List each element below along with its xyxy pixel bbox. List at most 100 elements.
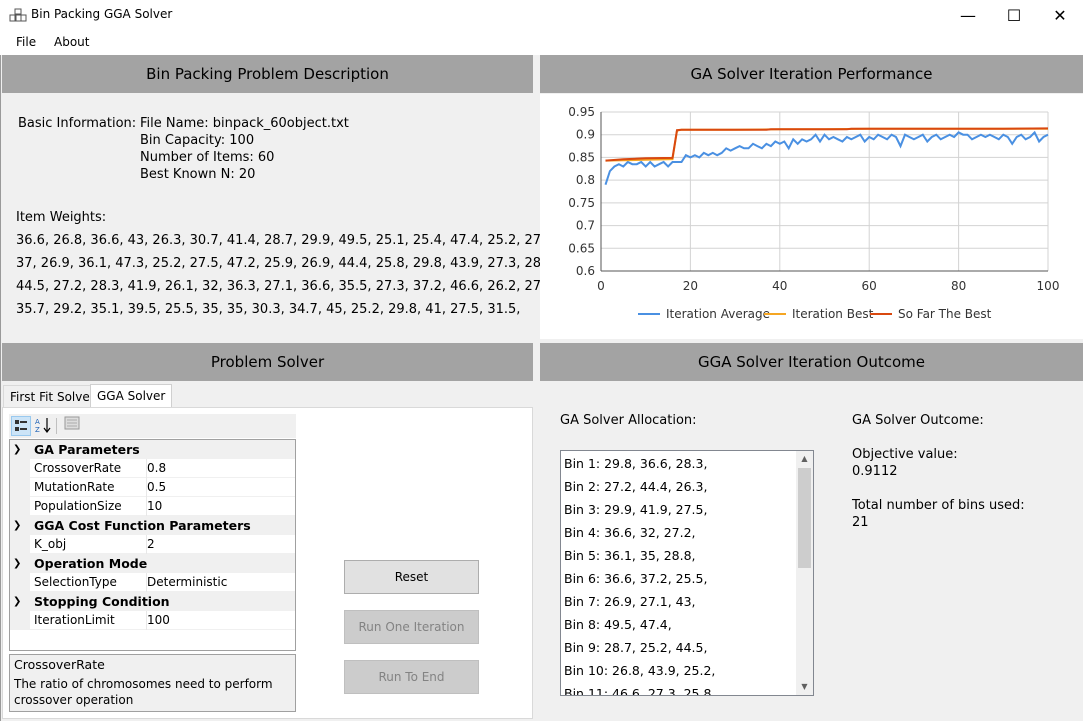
- legend-label: Iteration Best: [792, 307, 874, 321]
- menu-file[interactable]: File: [14, 35, 38, 49]
- property-value[interactable]: Deterministic: [147, 573, 227, 592]
- tab-first-fit-solver[interactable]: First Fit Solver: [3, 385, 102, 407]
- property-k-obj[interactable]: K_obj 2: [10, 535, 295, 554]
- title-bar[interactable]: Bin Packing GGA Solver — ☐ ✕: [0, 0, 1083, 32]
- item-weights-line: 36.6, 26.8, 36.6, 43, 26.3, 30.7, 41.4, …: [16, 233, 558, 248]
- x-tick-label: 60: [862, 279, 877, 293]
- window-title: Bin Packing GGA Solver: [31, 7, 173, 21]
- objective-label: Objective value:: [852, 447, 958, 462]
- list-item[interactable]: Bin 4: 36.6, 32, 27.2,: [564, 525, 696, 540]
- category-label: GA Parameters: [34, 442, 140, 457]
- x-tick-label: 20: [683, 279, 698, 293]
- property-value[interactable]: 0.5: [147, 478, 166, 497]
- list-item[interactable]: Bin 2: 27.2, 44.4, 26.3,: [564, 479, 707, 494]
- menu-bar: File About: [0, 31, 1083, 55]
- list-item[interactable]: Bin 1: 29.8, 36.6, 28.3,: [564, 456, 707, 471]
- property-selection-type[interactable]: SelectionType Deterministic: [10, 573, 295, 592]
- reset-button[interactable]: Reset: [344, 560, 479, 594]
- list-scrollbar[interactable]: ▲ ▼: [796, 451, 813, 695]
- category-label: GGA Cost Function Parameters: [34, 518, 251, 533]
- property-grid-toolbar: A Z: [9, 414, 296, 438]
- list-item[interactable]: Bin 7: 26.9, 27.1, 43,: [564, 594, 696, 609]
- list-item[interactable]: Bin 11: 46.6, 27.3, 25.8,: [564, 686, 715, 695]
- description-header: Bin Packing Problem Description: [2, 55, 533, 93]
- property-name: K_obj: [34, 535, 147, 554]
- x-tick-label: 40: [772, 279, 787, 293]
- scroll-up-icon[interactable]: ▲: [796, 453, 813, 465]
- menu-about[interactable]: About: [52, 35, 91, 49]
- run-to-end-button[interactable]: Run To End: [344, 660, 479, 694]
- performance-header: GA Solver Iteration Performance: [540, 55, 1083, 93]
- property-name: SelectionType: [34, 573, 147, 592]
- outcome-header: GGA Solver Iteration Outcome: [540, 343, 1083, 381]
- scroll-thumb[interactable]: [798, 468, 811, 568]
- property-name: CrossoverRate: [34, 459, 147, 478]
- x-tick-label: 100: [1037, 279, 1060, 293]
- y-tick-label: 0.9: [576, 128, 595, 142]
- solver-header: Problem Solver: [2, 343, 533, 381]
- item-weights-line: 37, 26.9, 36.1, 47.3, 25.2, 27.5, 47.2, …: [16, 256, 558, 271]
- category-ga-parameters[interactable]: ❯ GA Parameters: [10, 440, 295, 459]
- property-value[interactable]: 0.8: [147, 459, 166, 478]
- item-weights-line: 35.7, 29.2, 35.1, 39.5, 25.5, 35, 35, 30…: [16, 302, 521, 317]
- property-crossover-rate[interactable]: CrossoverRate 0.8: [10, 459, 295, 478]
- property-value[interactable]: 100: [147, 611, 170, 630]
- collapse-icon[interactable]: ❯: [13, 440, 21, 459]
- bin-capacity: Bin Capacity: 100: [140, 133, 255, 148]
- list-item[interactable]: Bin 10: 26.8, 43.9, 25.2,: [564, 663, 715, 678]
- property-value[interactable]: 10: [147, 497, 162, 516]
- list-item[interactable]: Bin 9: 28.7, 25.2, 44.5,: [564, 640, 707, 655]
- series-line-so-far-the-best: [605, 127, 1049, 162]
- description-title: CrossoverRate: [14, 657, 105, 672]
- performance-chart-area: 0.95 0.9 0.85 0.8 0.75 0.7 0.65 0.6 0 20 40 60 80 100…: [540, 94, 1083, 339]
- outcome-label: GA Solver Outcome:: [852, 413, 984, 428]
- performance-chart: 0.95 0.9 0.85 0.8 0.75 0.7 0.65 0.60 20 40 60 80 100…: [568, 105, 1060, 321]
- bins-used-label: Total number of bins used:: [852, 498, 1025, 513]
- close-icon[interactable]: ✕: [1037, 0, 1083, 31]
- item-weights-label: Item Weights:: [16, 210, 107, 225]
- run-one-iteration-button[interactable]: Run One Iteration: [344, 610, 479, 644]
- y-tick-label: 0.75: [568, 196, 595, 210]
- category-operation-mode[interactable]: ❯ Operation Mode: [10, 554, 295, 573]
- property-iteration-limit[interactable]: IterationLimit 100: [10, 611, 295, 630]
- scroll-down-icon[interactable]: ▼: [796, 681, 813, 693]
- item-weights-line: 44.5, 27.2, 28.3, 41.9, 26.1, 32, 36.3, …: [16, 279, 558, 294]
- category-stopping-condition[interactable]: ❯ Stopping Condition: [10, 592, 295, 611]
- y-tick-label: 0.85: [568, 150, 595, 164]
- property-pages-icon: [62, 416, 82, 436]
- list-item[interactable]: Bin 8: 49.5, 47.4,: [564, 617, 672, 632]
- maximize-icon[interactable]: ☐: [991, 0, 1037, 31]
- property-name: PopulationSize: [34, 497, 147, 516]
- y-tick-label: 0.7: [576, 219, 595, 233]
- alphabetical-icon[interactable]: A Z: [33, 416, 53, 436]
- x-tick-label: 80: [951, 279, 966, 293]
- collapse-icon[interactable]: ❯: [13, 554, 21, 573]
- legend-label: Iteration Average: [666, 307, 770, 321]
- property-population-size[interactable]: PopulationSize 10: [10, 497, 295, 516]
- allocation-list[interactable]: Bin 1: 29.8, 36.6, 28.3, Bin 2: 27.2, 44…: [560, 450, 814, 696]
- collapse-icon[interactable]: ❯: [13, 516, 21, 535]
- y-tick-label: 0.65: [568, 241, 595, 255]
- category-cost-function[interactable]: ❯ GGA Cost Function Parameters: [10, 516, 295, 535]
- legend-label: So Far The Best: [898, 307, 992, 321]
- tab-gga-solver[interactable]: GGA Solver: [90, 384, 173, 408]
- categorized-icon[interactable]: [11, 416, 31, 436]
- property-grid[interactable]: ❯ GA Parameters CrossoverRate 0.8 Mutatio…: [9, 439, 296, 651]
- svg-text:Z: Z: [35, 426, 40, 434]
- list-item[interactable]: Bin 5: 36.1, 35, 28.8,: [564, 548, 696, 563]
- list-item[interactable]: Bin 3: 29.9, 41.9, 27.5,: [564, 502, 707, 517]
- num-items: Number of Items: 60: [140, 150, 275, 165]
- category-label: Operation Mode: [34, 556, 148, 571]
- property-mutation-rate[interactable]: MutationRate 0.5: [10, 478, 295, 497]
- collapse-icon[interactable]: ❯: [13, 592, 21, 611]
- y-tick-label: 0.95: [568, 105, 595, 119]
- category-label: Stopping Condition: [34, 594, 170, 609]
- toolbar-separator: [56, 418, 57, 434]
- list-item[interactable]: Bin 6: 36.6, 37.2, 25.5,: [564, 571, 707, 586]
- property-name: IterationLimit: [34, 611, 147, 630]
- y-tick-label: 0.8: [576, 173, 595, 187]
- minimize-icon[interactable]: —: [945, 0, 991, 31]
- property-value[interactable]: 2: [147, 535, 155, 554]
- basic-info-label: Basic Information:: [18, 116, 137, 131]
- best-known: Best Known N: 20: [140, 167, 256, 182]
